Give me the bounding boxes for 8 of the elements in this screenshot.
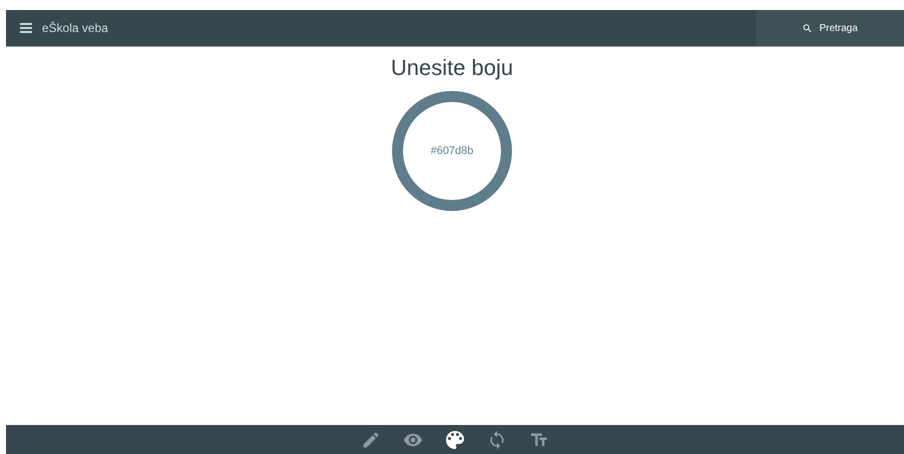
color-swatch[interactable]: #607d8b <box>392 91 512 211</box>
search-icon <box>802 22 814 34</box>
menu-icon[interactable] <box>20 23 32 33</box>
color-value: #607d8b <box>430 145 474 157</box>
app-title: eŠkola veba <box>42 21 110 35</box>
page-heading: Unesite boju <box>390 55 514 81</box>
pencil-icon <box>361 430 381 450</box>
search-button[interactable]: Pretraga <box>756 10 904 46</box>
